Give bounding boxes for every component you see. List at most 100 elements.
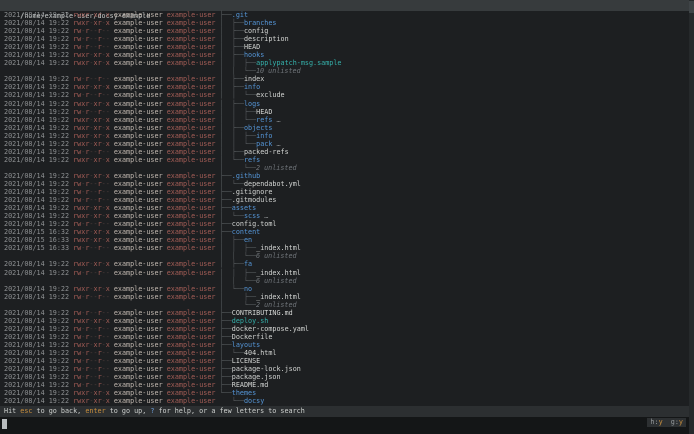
entry-name[interactable]: themes: [232, 389, 256, 397]
search-input[interactable]: h:y g:y: [0, 417, 694, 434]
modified-date: 2021/08/14 19:22: [4, 123, 74, 132]
entry-name[interactable]: Dockerfile: [232, 333, 273, 341]
tree-row[interactable]: 2021/08/14 19:22 rwxr-xr-x example-user …: [0, 204, 689, 212]
tree-row[interactable]: 2021/08/14 19:22 rw-r--r-- example-user …: [0, 365, 689, 373]
entry-name[interactable]: info: [256, 132, 272, 140]
tree-row[interactable]: 2021/08/14 19:22 rw-r--r-- example-user …: [0, 373, 689, 381]
tree-row[interactable]: 2021/08/14 19:22 rwxr-xr-x example-user …: [0, 341, 689, 349]
tree-branch-glyph: │ ├──: [219, 99, 244, 108]
tree-branch-glyph: │ └──: [219, 284, 244, 293]
tree-row[interactable]: 2021/08/14 19:22 rwxr-xr-x example-user …: [0, 19, 689, 27]
unlisted-count: 6 unlisted: [255, 276, 297, 285]
owner: example-user: [109, 139, 167, 148]
entry-name[interactable]: .gitmodules: [232, 196, 277, 204]
tree-row[interactable]: 2021/08/14 19:22 rw-r--r-- example-user …: [0, 325, 689, 333]
tree-row[interactable]: 2021/08/14 19:22 rwxr-xr-x example-user …: [0, 100, 689, 108]
tree-row[interactable]: 2021/08/14 19:22 rwxr-xr-x example-user …: [0, 317, 689, 325]
entry-name[interactable]: package-lock.json: [232, 365, 301, 373]
tree-branch-glyph: │ ├──: [219, 123, 244, 132]
entry-name[interactable]: docsy: [244, 397, 264, 405]
tree-branch-glyph: │ │ └──: [219, 115, 257, 124]
entry-name[interactable]: deploy.sh: [232, 317, 269, 325]
tree-row[interactable]: 2021/08/14 19:22 rw-r--r-- example-user …: [0, 349, 689, 357]
entry-name[interactable]: .git: [232, 11, 248, 19]
tree-row[interactable]: 2021/08/14 19:22 rw-r--r-- example-user …: [0, 91, 689, 99]
tree-branch-glyph: │ │ └──: [219, 276, 256, 285]
entry-name[interactable]: dependabot.yml: [244, 180, 301, 188]
entry-name[interactable]: fa: [244, 260, 252, 268]
entry-name[interactable]: README.md: [232, 381, 269, 389]
root-path-line[interactable]: /home/example-user/docsy-example: [0, 0, 689, 20]
entry-name[interactable]: config: [244, 27, 268, 35]
entry-name[interactable]: packed-refs: [244, 148, 289, 156]
entry-name[interactable]: LICENSE: [232, 357, 260, 365]
tree-row[interactable]: 2021/08/14 19:22 rwxr-xr-x example-user …: [0, 156, 689, 164]
entry-name[interactable]: description: [244, 35, 289, 43]
permissions: rw-r--r--: [73, 188, 110, 197]
tree-row[interactable]: 2021/08/14 19:22 rwxr-xr-x example-user …: [0, 124, 689, 132]
entry-name[interactable]: .gitignore: [232, 188, 273, 196]
tree-branch-glyph: ├──: [219, 316, 232, 325]
tree-row[interactable]: 2021/08/14 19:22 rwxr-xr-x example-user …: [0, 140, 689, 148]
scrollbar-thumb[interactable]: [689, 1, 694, 13]
entry-name[interactable]: pack: [256, 140, 272, 148]
tree-row[interactable]: 2021/08/14 19:22 rwxr-xr-x example-user …: [0, 172, 689, 180]
group: example-user: [166, 115, 220, 124]
tree-row[interactable]: 2021/08/14 19:22 rw-r--r-- example-user …: [0, 309, 689, 317]
entry-name[interactable]: branches: [244, 19, 277, 27]
entry-name[interactable]: .github: [232, 172, 260, 180]
entry-name[interactable]: scss: [244, 212, 260, 220]
entry-name[interactable]: refs: [244, 156, 260, 164]
modified-date: 2021/08/14 19:22: [4, 324, 74, 333]
tree-row[interactable]: 2021/08/14 19:22 rw-r--r-- example-user …: [0, 196, 689, 204]
entry-name[interactable]: layouts: [232, 341, 260, 349]
tree-row[interactable]: 2021/08/14 19:22 rw-r--r-- example-user …: [0, 108, 689, 116]
owner: example-user: [109, 43, 167, 52]
entry-name[interactable]: _index.html: [256, 293, 301, 301]
tree-row[interactable]: 2021/08/14 19:22 rw-r--r-- example-user …: [0, 357, 689, 365]
tree-row[interactable]: 2021/08/14 19:22 rw-r--r-- example-user …: [0, 35, 689, 43]
tree-branch-glyph: ├──: [219, 308, 232, 317]
group: example-user: [166, 340, 220, 349]
tree-row[interactable]: 2021/08/14 19:22 rwxr-xr-x example-user …: [0, 116, 689, 124]
tree-row[interactable]: 2021/08/14 19:22 rw-r--r-- example-user …: [0, 180, 689, 188]
scrollbar[interactable]: [689, 0, 694, 434]
modified-date: 2021/08/14 19:22: [4, 91, 74, 100]
tree-row[interactable]: 2021/08/14 19:22 rwxr-xr-x example-user …: [0, 397, 689, 405]
tree-row[interactable]: │ └──2 unlisted: [0, 301, 689, 309]
entry-name[interactable]: HEAD: [244, 43, 260, 51]
tree-row[interactable]: 2021/08/14 19:22 rw-r--r-- example-user …: [0, 27, 689, 35]
tree-row[interactable]: 2021/08/14 19:22 rw-r--r-- example-user …: [0, 269, 689, 277]
tree-row[interactable]: │ └──2 unlisted: [0, 164, 689, 172]
tree-row[interactable]: 2021/08/14 19:22 rwxr-xr-x example-user …: [0, 11, 689, 19]
modified-date: 2021/08/14 19:22: [4, 212, 74, 221]
entry-name[interactable]: no: [244, 285, 252, 293]
entry-name[interactable]: exclude: [256, 91, 284, 99]
status-text: to go back,: [32, 407, 86, 415]
group: example-user: [166, 348, 220, 357]
tree-row[interactable]: 2021/08/14 19:22 rw-r--r-- example-user …: [0, 333, 689, 341]
tree-row[interactable]: │ │ └──6 unlisted: [0, 277, 689, 285]
entry-name[interactable]: docker-compose.yaml: [232, 325, 309, 333]
permissions: rwxr-xr-x: [73, 340, 110, 349]
entry-name[interactable]: refs: [256, 116, 272, 124]
tree-row[interactable]: 2021/08/14 19:22 rw-r--r-- example-user …: [0, 381, 689, 389]
tree-row[interactable]: 2021/08/14 19:22 rw-r--r-- example-user …: [0, 293, 689, 301]
entry-name[interactable]: objects: [244, 124, 272, 132]
entry-name[interactable]: 404.html: [244, 349, 277, 357]
tree-row[interactable]: 2021/08/14 19:22 rw-r--r-- example-user …: [0, 148, 689, 156]
entry-name[interactable]: HEAD: [256, 108, 272, 116]
entry-name[interactable]: _index.html: [256, 269, 301, 277]
group: example-user: [166, 204, 220, 213]
status-text: to go up,: [105, 407, 151, 415]
entry-name[interactable]: assets: [232, 204, 256, 212]
entry-name[interactable]: logs: [244, 100, 260, 108]
tree-row[interactable]: 2021/08/14 19:22 rwxr-xr-x example-user …: [0, 260, 689, 268]
entry-name[interactable]: package.json: [232, 373, 281, 381]
tree-row[interactable]: 2021/08/14 19:22 rwxr-xr-x example-user …: [0, 212, 689, 220]
tree-row[interactable]: 2021/08/14 19:22 rwxr-xr-x example-user …: [0, 285, 689, 293]
tree-row[interactable]: 2021/08/14 19:22 rw-r--r-- example-user …: [0, 188, 689, 196]
owner: example-user: [109, 292, 167, 301]
tree-row[interactable]: 2021/08/14 19:22 rwxr-xr-x example-user …: [0, 132, 689, 140]
entry-name[interactable]: CONTRIBUTING.md: [232, 309, 293, 317]
